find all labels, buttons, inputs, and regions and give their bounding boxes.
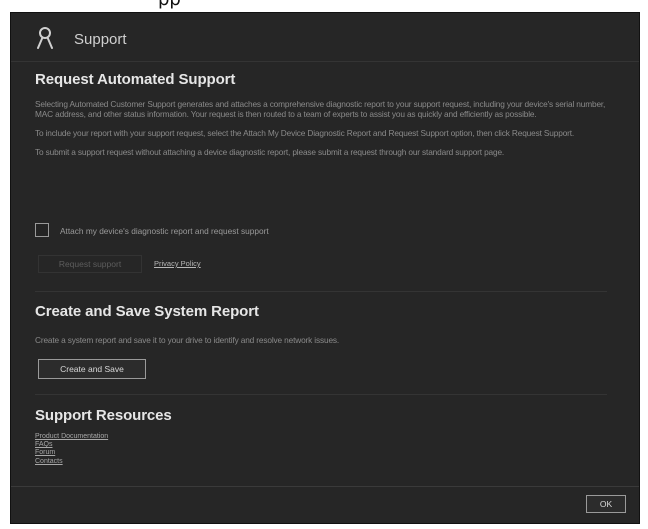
forum-link[interactable]: Forum — [35, 449, 108, 457]
dialog-header: Support — [11, 13, 639, 62]
faqs-link[interactable]: FAQs — [35, 441, 108, 449]
section-divider — [35, 291, 607, 292]
request-support-button[interactable]: Request support — [38, 255, 142, 273]
section-divider — [35, 394, 607, 395]
automated-support-section: Request Automated Support Selecting Auto… — [35, 71, 617, 157]
support-dialog: Support Request Automated Support Select… — [10, 12, 640, 524]
background-page-text-fragment: pp — [0, 0, 648, 12]
system-report-description: Create a system report and save it to yo… — [35, 335, 340, 345]
contacts-link[interactable]: Contacts — [35, 458, 108, 466]
attach-report-checkbox[interactable] — [35, 223, 49, 237]
ok-button[interactable]: OK — [586, 495, 626, 513]
attach-report-checkbox-label[interactable]: Attach my device's diagnostic report and… — [60, 226, 269, 236]
user-icon — [37, 27, 53, 49]
support-resources-heading: Support Resources — [35, 407, 172, 424]
background-page-text: pp — [158, 0, 181, 10]
automated-support-heading: Request Automated Support — [35, 71, 236, 88]
dialog-title: Support — [74, 31, 127, 48]
privacy-policy-link[interactable]: Privacy Policy — [154, 259, 201, 268]
create-and-save-button[interactable]: Create and Save — [38, 359, 146, 379]
product-documentation-link[interactable]: Product Documentation — [35, 433, 108, 441]
automated-support-paragraph-2: To include your report with your support… — [35, 128, 575, 138]
dialog-footer: OK — [11, 486, 639, 523]
automated-support-paragraph-1: Selecting Automated Customer Support gen… — [35, 99, 606, 119]
system-report-heading: Create and Save System Report — [35, 303, 259, 320]
support-resources-links: Product Documentation FAQs Forum Contact… — [35, 433, 108, 466]
automated-support-paragraph-3: To submit a support request without atta… — [35, 147, 505, 157]
